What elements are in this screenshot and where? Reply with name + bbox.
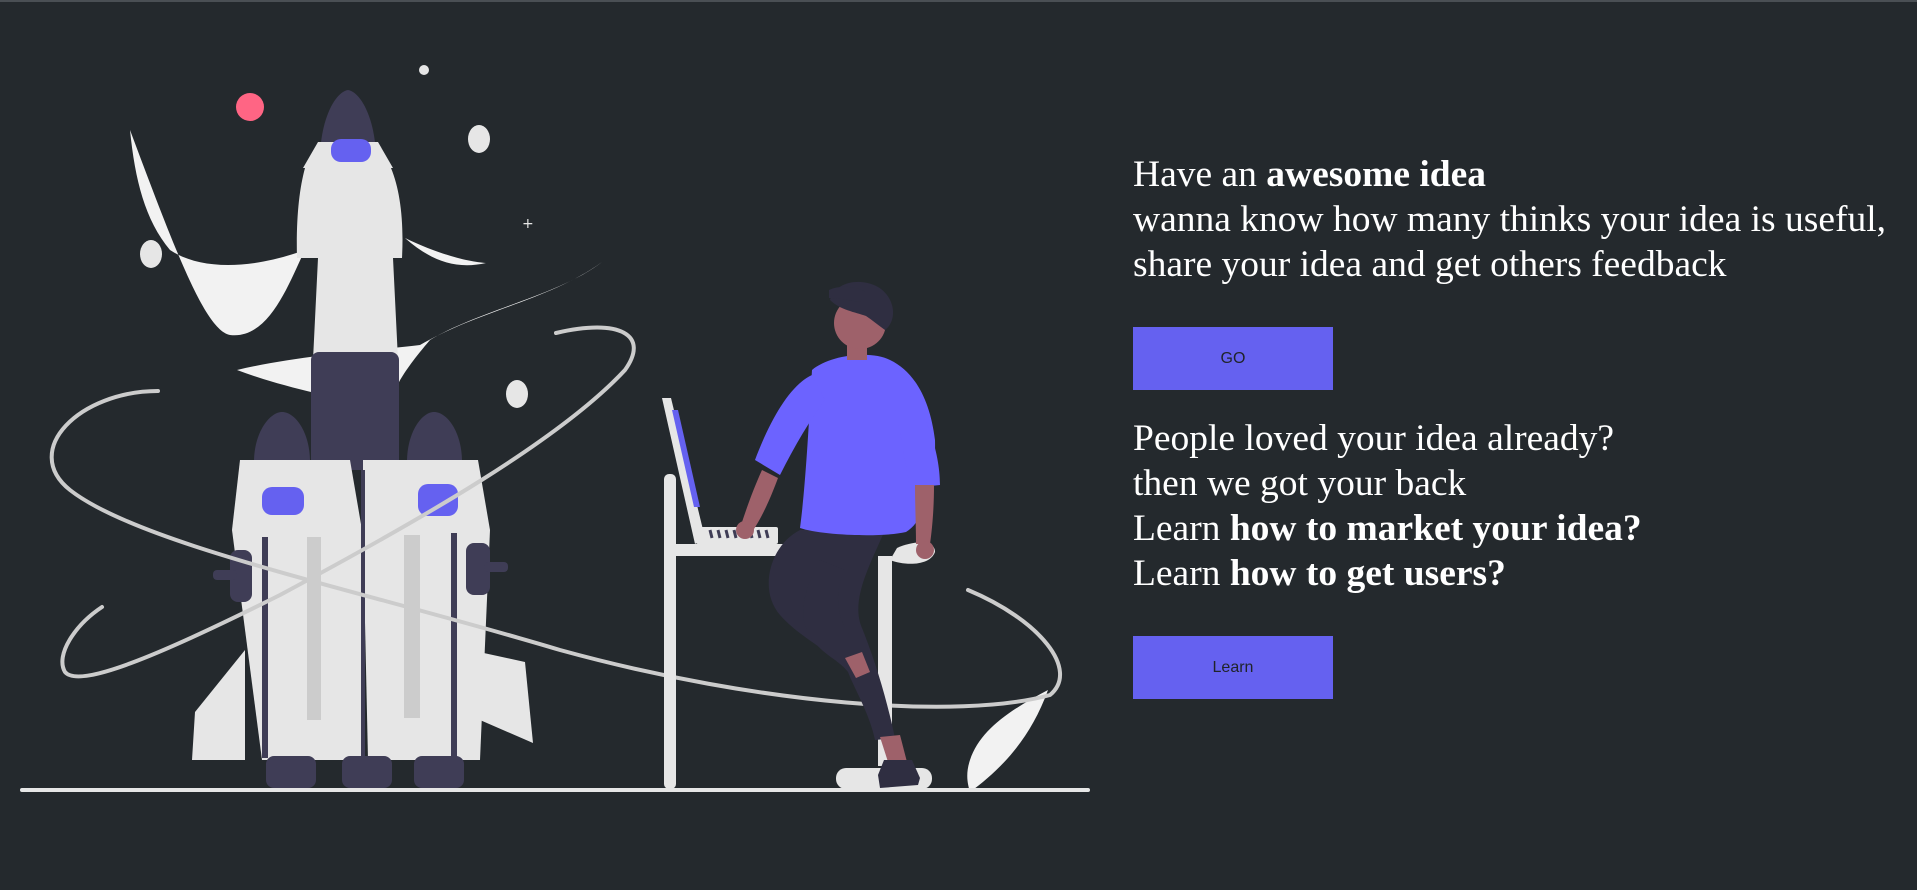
- right-booster-foot: [414, 756, 464, 788]
- star-dot: [419, 65, 429, 75]
- learn-line: then we got your back: [1133, 463, 1467, 504]
- ground-line: [20, 788, 1090, 792]
- intro-line: share your idea and get others feedback: [1133, 244, 1727, 285]
- right-booster-thruster-arm: [484, 562, 508, 572]
- smoke-ribbon: [130, 130, 305, 336]
- star-oval: [468, 125, 490, 153]
- star-oval: [506, 380, 528, 408]
- learn-line: Learn how to market your idea?: [1133, 508, 1642, 549]
- left-booster-thruster-arm: [213, 570, 237, 580]
- person-hand: [916, 541, 934, 559]
- pink-planet: [236, 93, 264, 121]
- go-button[interactable]: GO: [1133, 327, 1333, 390]
- left-booster-foot: [266, 756, 316, 788]
- learn-section-text: People loved your idea already? then we …: [1133, 416, 1913, 596]
- right-booster-nose: [407, 412, 462, 462]
- smoke-ribbon: [405, 238, 486, 266]
- right-booster-side-bar: [451, 533, 457, 758]
- left-booster-fin: [192, 650, 245, 760]
- hero-content: Have an awesome idea wanna know how many…: [1133, 152, 1913, 699]
- left-booster-window: [262, 487, 304, 515]
- main-rocket-window: [331, 139, 371, 162]
- star-oval: [140, 240, 162, 268]
- left-booster-stripe: [307, 537, 321, 720]
- main-rocket-body: [296, 168, 403, 360]
- left-booster-nose: [254, 412, 310, 462]
- sparkle-icon: +: [522, 216, 534, 232]
- person-shoe: [878, 760, 920, 788]
- smoke-ribbon: [237, 262, 602, 410]
- right-booster-stripe: [404, 535, 420, 718]
- person-hand: [736, 521, 754, 539]
- intro-line: wanna know how many thinks your idea is …: [1133, 199, 1887, 240]
- idea-intro-text: Have an awesome idea wanna know how many…: [1133, 152, 1913, 287]
- learn-button[interactable]: Learn: [1133, 636, 1333, 699]
- desk-leg: [664, 474, 676, 789]
- learn-line: Learn how to get users?: [1133, 553, 1506, 594]
- learn-line: People loved your idea already?: [1133, 418, 1615, 459]
- main-rocket-engine: [311, 352, 399, 470]
- booster-divider: [361, 470, 365, 762]
- headline: Have an awesome idea: [1133, 154, 1487, 195]
- rocket-launch-illustration: +: [20, 65, 1090, 792]
- right-booster-foot: [342, 756, 392, 788]
- person-arm: [915, 485, 934, 544]
- market-idea-emphasis: how to market your idea?: [1229, 508, 1642, 549]
- get-users-emphasis: how to get users?: [1229, 553, 1506, 594]
- headline-emphasis: awesome idea: [1266, 154, 1487, 195]
